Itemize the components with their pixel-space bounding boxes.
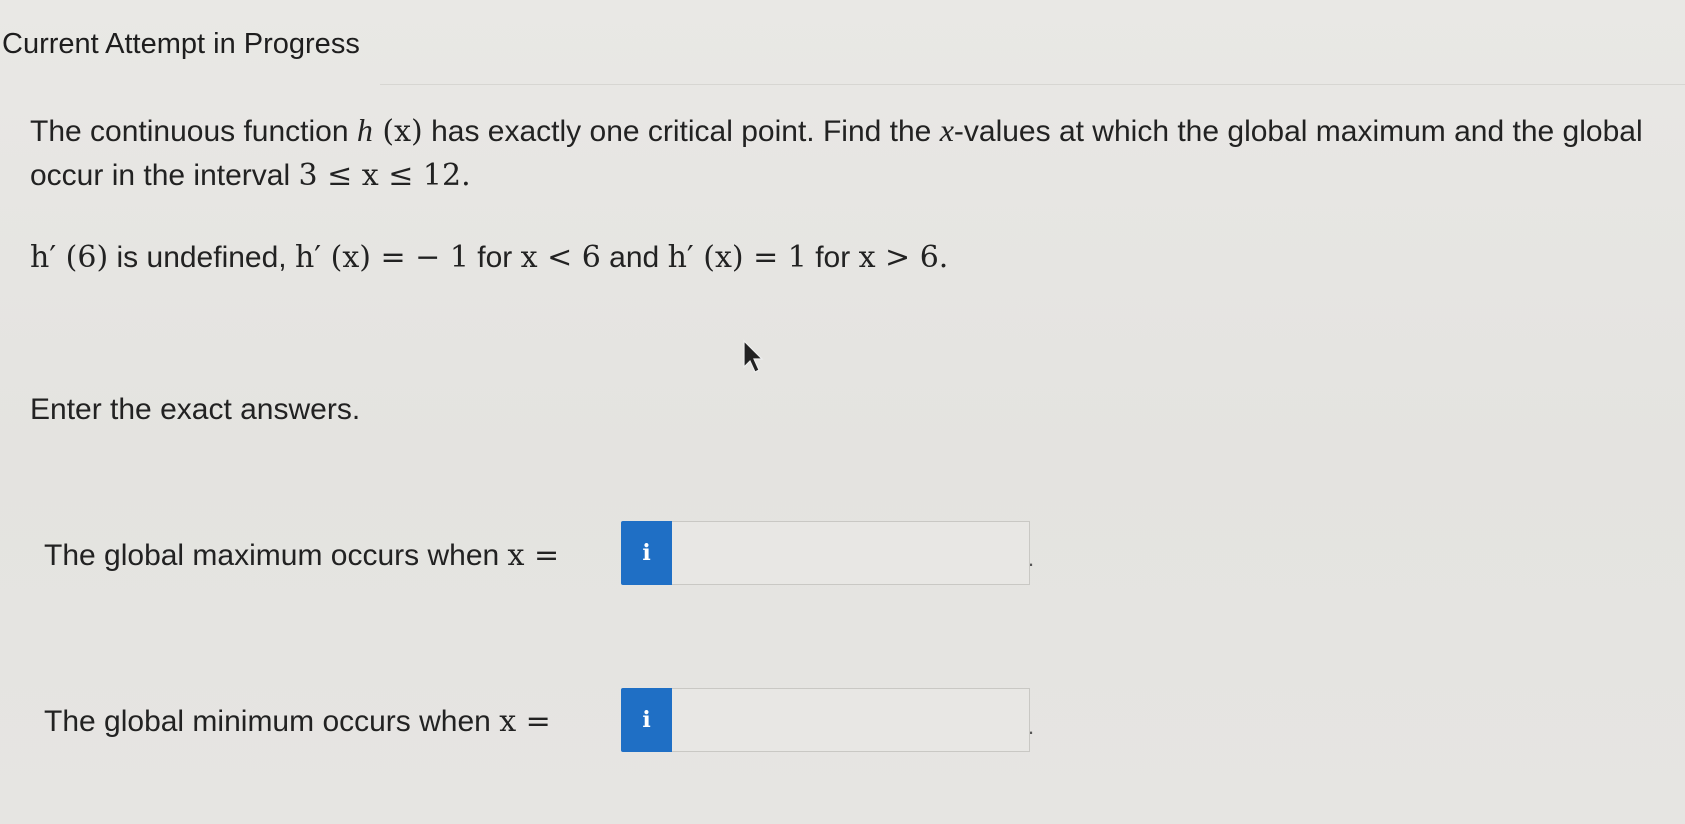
info-glyph: i [642,540,651,566]
global-max-label-math: x = [507,538,560,573]
info-icon[interactable]: i [621,521,672,585]
function-name: h [356,112,373,148]
function-argument: (x) [372,114,423,149]
global-min-label: The global minimum occurs when x = [44,702,551,742]
info-icon[interactable]: i [621,688,672,752]
derivative-positive-math: h′ (x) = 1 [667,240,807,275]
question-text: occur in the interval [30,159,299,192]
derivative-negative-math: h′ (x) = − 1 [294,240,469,275]
condition-text: for [468,241,521,274]
info-glyph: i [642,707,651,733]
global-max-label-text: The global maximum occurs when [44,539,508,572]
variable-x: x [939,112,954,148]
question-text: -values at which the global maximum and … [953,115,1643,148]
condition-text: is undefined, [108,241,295,274]
global-min-label-text: The global minimum occurs when [44,705,500,738]
condition-text: and [600,241,668,274]
x-less-than-6-math: x < 6 [520,240,601,275]
page-title: Current Attempt in Progress [2,28,360,60]
condition-text: for [806,241,859,274]
global-min-suffix: . [1028,714,1035,739]
question-text: The continuous function [30,115,357,148]
derivative-conditions: h′ (6) is undefined, h′ (x) = − 1 for x … [30,238,948,278]
x-greater-than-6-math: x > 6. [858,240,949,275]
divider [380,84,1685,85]
instruction-text: Enter the exact answers. [30,393,361,426]
global-max-suffix: . [1028,546,1035,571]
question-line-2: occur in the interval 3 ≤ x ≤ 12. [30,156,471,196]
mouse-pointer-icon [743,339,764,373]
global-min-input[interactable] [672,688,1030,752]
question-page: Current Attempt in Progress The continuo… [0,0,1685,824]
interval-math: 3 ≤ x ≤ 12. [298,158,471,193]
global-max-label: The global maximum occurs when x = [44,536,559,576]
global-max-input[interactable] [672,521,1030,585]
global-min-label-math: x = [499,704,551,739]
question-text: has exactly one critical point. Find the [422,115,940,148]
hprime-6-math: h′ (6) [30,240,109,275]
question-line-1: The continuous function h (x) has exactl… [30,110,1643,152]
